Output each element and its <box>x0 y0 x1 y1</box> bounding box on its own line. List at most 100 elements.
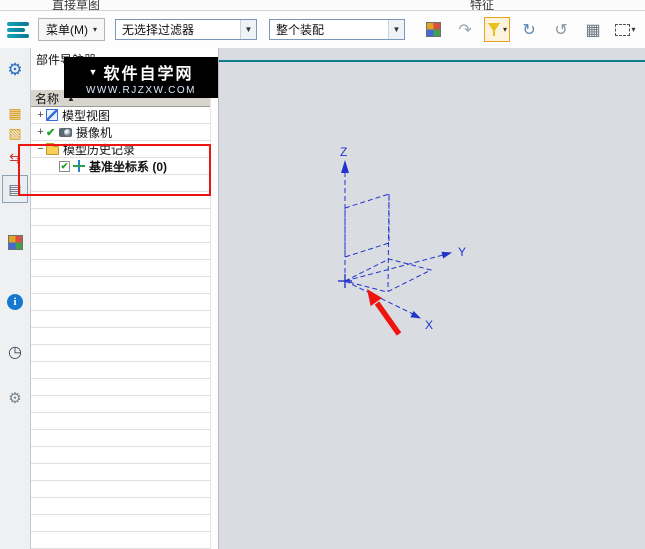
reuse-library-icon-glyph <box>7 234 23 250</box>
empty-row <box>31 175 210 192</box>
empty-row <box>31 209 210 226</box>
empty-row <box>31 413 210 430</box>
rotate-view-icon[interactable]: ↻ <box>516 17 542 42</box>
name-column-label: 名称 <box>35 91 60 106</box>
tree-item-label: 基准坐标系 (0) <box>89 159 168 174</box>
swap-arrows-icon-glyph: ⇆ <box>9 149 21 166</box>
empty-row <box>31 379 210 396</box>
z-axis-label: Z <box>340 145 347 159</box>
tree-expander-icon[interactable]: + <box>35 109 46 121</box>
empty-row <box>31 345 210 362</box>
tree-expander-icon[interactable]: + <box>35 126 46 138</box>
model-views-icon <box>46 109 58 121</box>
view-orient-cube-icon[interactable] <box>420 17 446 42</box>
history-icon[interactable]: ◷ <box>2 342 28 362</box>
empty-row <box>31 243 210 260</box>
dropdown-arrow-icon[interactable]: ▼ <box>240 20 257 39</box>
history-icon-glyph: ◷ <box>8 344 22 361</box>
rectangle-select-icon[interactable]: ▾ <box>612 17 638 42</box>
menu-button[interactable]: 菜单(M) ▾ <box>38 18 106 41</box>
swap-arrows-icon[interactable]: ⇆ <box>2 148 28 168</box>
system-tools-icon[interactable]: ⚙ <box>2 388 28 408</box>
watermark-logo-icon: ▼ <box>88 66 100 77</box>
empty-row <box>31 294 210 311</box>
panel-body: 名称 ▲ + 模型视图 + ✔ 摄像机 − 模型历史记录 ✔ 基准坐标系 (0) <box>31 90 218 549</box>
empty-row <box>31 362 210 379</box>
part-navigator-icon-glyph: ▤ <box>8 180 22 197</box>
tree-item-label: 摄像机 <box>76 125 113 140</box>
ribbon-group-feature: 特征 <box>470 0 495 11</box>
refresh-view-icon[interactable]: ↺ <box>548 17 574 42</box>
system-tools-icon-glyph: ⚙ <box>8 390 22 407</box>
tree-item-datum-csys[interactable]: ✔ 基准坐标系 (0) <box>31 158 210 175</box>
empty-row <box>31 515 210 532</box>
assembly-navigator-icon[interactable]: ▦ <box>2 103 28 123</box>
x-axis-label: X <box>425 318 433 332</box>
empty-row <box>31 192 210 209</box>
selection-scope-dropdown[interactable]: 整个装配 ▼ <box>269 19 406 40</box>
dropdown-arrow-icon[interactable]: ▼ <box>388 20 405 39</box>
empty-row <box>31 498 210 515</box>
watermark-subtitle: WWW.RJZXW.COM <box>85 84 197 96</box>
visibility-checkbox[interactable]: ✔ <box>59 160 70 172</box>
reuse-library-icon[interactable] <box>2 232 28 252</box>
x-axis-arrowhead <box>410 311 421 319</box>
rows-column: 名称 ▲ + 模型视图 + ✔ 摄像机 − 模型历史记录 ✔ 基准坐标系 (0) <box>31 90 210 549</box>
web-browser-icon-glyph: i <box>7 294 23 310</box>
empty-row <box>31 260 210 277</box>
constraint-navigator-icon[interactable]: ▧ <box>2 123 28 143</box>
empty-row <box>31 277 210 294</box>
chevron-down-icon[interactable]: ▾ <box>632 25 636 34</box>
part-navigator-panel: 部件导航器 名称 ▲ +模型视图+✔摄像机−模型历史记录✔基准坐标系 (0) <box>31 48 219 549</box>
menu-button-label: 菜单(M) <box>46 23 88 37</box>
tree-item-model-views[interactable]: + 模型视图 <box>31 107 210 124</box>
web-browser-icon[interactable]: i <box>2 292 28 312</box>
selection-filter-value: 无选择过滤器 <box>122 23 195 37</box>
tree-item-label: 模型历史记录 <box>63 142 136 157</box>
tree-item-cameras[interactable]: + ✔ 摄像机 <box>31 124 210 141</box>
sidebar-icon-strip: ⚙ ▦ ▧ ⇆ ▤ i ◷ ⚙ <box>0 48 31 549</box>
folder-icon <box>46 143 59 155</box>
menu-logo-icon <box>4 20 32 40</box>
camera-icon <box>59 127 72 137</box>
watermark-title: 软件自学网 <box>103 65 194 83</box>
z-axis-arrowhead <box>341 160 349 173</box>
gear-icon-glyph: ⚙ <box>7 60 23 79</box>
graphics-window[interactable]: Z Y X <box>219 48 645 549</box>
ribbon-strip: 直接草图 特征 <box>0 0 645 11</box>
part-navigator-icon[interactable]: ▤ <box>2 175 28 203</box>
empty-row <box>31 464 210 481</box>
tree-item-model-history[interactable]: − 模型历史记录 <box>31 141 210 158</box>
datum-plane-vertical <box>344 193 390 258</box>
main-toolbar: 菜单(M) ▾ 无选择过滤器 ▼ 整个装配 ▼ ↷ ▾ ↻ ↺ ▦ ▾ <box>0 11 645 48</box>
chevron-down-icon[interactable]: ▾ <box>503 25 507 34</box>
constraint-navigator-icon-glyph: ▧ <box>8 124 22 141</box>
nx-application-window: 直接草图 特征 菜单(M) ▾ 无选择过滤器 ▼ 整个装配 ▼ ↷ ▾ ↻ ↺ ▦ ▾ ⚙… <box>0 0 645 549</box>
tree-item-label: 模型视图 <box>62 108 111 123</box>
rotate-view-icon-glyph: ↻ <box>522 21 536 39</box>
empty-row <box>31 396 210 413</box>
gear-icon[interactable]: ⚙ <box>2 60 28 80</box>
empty-row <box>31 328 210 345</box>
datum-csys-icon <box>73 160 85 172</box>
tutorial-arrow <box>374 301 402 336</box>
undo-view-icon-glyph: ↷ <box>458 21 472 39</box>
empty-row <box>31 481 210 498</box>
empty-row <box>31 532 210 549</box>
ribbon-group-direct-sketch: 直接草图 <box>52 0 101 11</box>
empty-row <box>31 311 210 328</box>
empty-row <box>31 447 210 464</box>
y-axis-line <box>344 254 444 282</box>
empty-row <box>31 226 210 243</box>
undo-view-icon[interactable]: ↷ <box>452 17 478 42</box>
datum-csys-graphic: Z Y X <box>338 145 466 336</box>
toolbar-icon-group: ↷ ▾ ↻ ↺ ▦ ▾ <box>417 17 641 42</box>
shaded-view-icon[interactable]: ▦ <box>580 17 606 42</box>
navigator-scrollbar[interactable] <box>210 90 218 549</box>
rectangle-select-icon-glyph <box>614 23 630 36</box>
navigator-rows: + 模型视图 + ✔ 摄像机 − 模型历史记录 ✔ 基准坐标系 (0) <box>31 107 210 549</box>
selection-filter-dropdown[interactable]: 无选择过滤器 ▼ <box>115 19 258 40</box>
tree-expander-icon[interactable]: − <box>35 143 46 155</box>
selection-filter-icon[interactable]: ▾ <box>484 17 511 42</box>
y-axis-label: Y <box>458 245 466 259</box>
